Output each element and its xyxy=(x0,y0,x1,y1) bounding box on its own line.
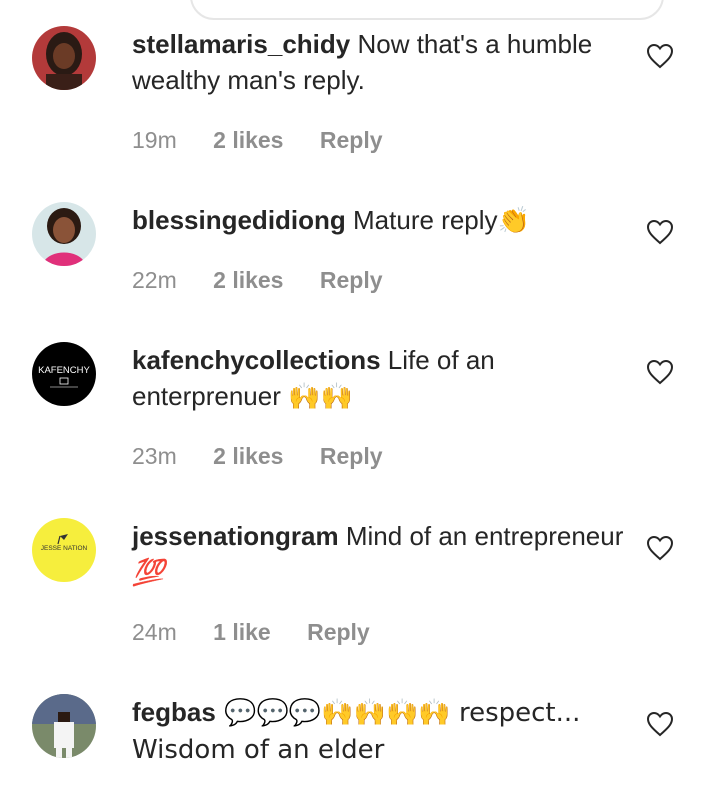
comment-time: 19m xyxy=(132,127,177,153)
profile-photo-icon xyxy=(32,694,96,758)
comment-meta: 24m 1 like Reply xyxy=(132,619,400,646)
comment-text: fegbas 💬💬💬🙌🙌🙌🙌 respect... Wisdom of an e… xyxy=(132,694,632,768)
avatar[interactable] xyxy=(32,694,96,758)
heart-icon[interactable] xyxy=(646,43,674,69)
comment-input[interactable] xyxy=(190,0,664,20)
profile-photo-icon xyxy=(32,202,96,266)
avatar-logo-text: JESSE NATION xyxy=(41,545,88,552)
heart-icon[interactable] xyxy=(646,219,674,245)
hundred-points-emoji: 💯 xyxy=(132,558,165,588)
avatar[interactable]: KAFENCHY xyxy=(32,342,96,406)
comment-meta: 19m 2 likes Reply xyxy=(132,127,413,154)
comment-username[interactable]: jessenationgram xyxy=(132,521,339,551)
comment-text: jessenationgram Mind of an entrepreneur … xyxy=(132,518,632,591)
comment-body: Mature reply xyxy=(345,205,498,235)
heart-icon[interactable] xyxy=(646,535,674,561)
kafenchy-logo-icon: KAFENCHY xyxy=(32,342,96,406)
comment-meta: 22m 2 likes Reply xyxy=(132,267,413,294)
reply-button[interactable]: Reply xyxy=(320,267,383,293)
clap-emoji: 👏 xyxy=(497,206,530,236)
jesse-nation-logo-icon: JESSE NATION xyxy=(32,518,96,582)
heart-icon[interactable] xyxy=(646,359,674,385)
comment-text: blessingedidiong Mature reply👏 xyxy=(132,202,632,239)
comment-time: 24m xyxy=(132,619,177,645)
comment-time: 23m xyxy=(132,443,177,469)
comment-username[interactable]: fegbas xyxy=(132,697,216,727)
comment-likes[interactable]: 1 like xyxy=(213,619,271,645)
raised-hands-emoji: 🙌🙌 xyxy=(288,382,353,412)
comment-likes[interactable]: 2 likes xyxy=(213,127,283,153)
profile-photo-icon xyxy=(32,26,96,90)
heart-icon[interactable] xyxy=(646,711,674,737)
avatar[interactable]: JESSE NATION xyxy=(32,518,96,582)
avatar[interactable] xyxy=(32,26,96,90)
comment-likes[interactable]: 2 likes xyxy=(213,443,283,469)
comment-body: Mind of an entrepreneur xyxy=(338,521,624,551)
comment-text: stellamaris_chidy Now that's a humble we… xyxy=(132,26,632,98)
comment-username[interactable]: stellamaris_chidy xyxy=(132,29,350,59)
comment-text: kafenchycollections Life of an enterpren… xyxy=(132,342,632,415)
comment-username[interactable]: blessingedidiong xyxy=(132,205,346,235)
comment-likes[interactable]: 2 likes xyxy=(213,267,283,293)
avatar-logo-text: KAFENCHY xyxy=(38,365,90,376)
reply-button[interactable]: Reply xyxy=(320,443,383,469)
reply-button[interactable]: Reply xyxy=(307,619,370,645)
comment-username[interactable]: kafenchycollections xyxy=(132,345,381,375)
reply-button[interactable]: Reply xyxy=(320,127,383,153)
top-area xyxy=(0,0,720,20)
avatar[interactable] xyxy=(32,202,96,266)
comment-meta: 23m 2 likes Reply xyxy=(132,443,413,470)
comment-time: 22m xyxy=(132,267,177,293)
